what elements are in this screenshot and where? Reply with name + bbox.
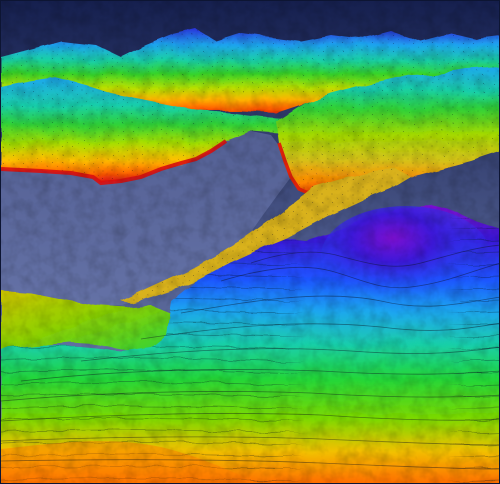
3d-viewport[interactable] xyxy=(0,0,500,484)
terrain-rendering[interactable] xyxy=(1,1,500,484)
terrain-shading xyxy=(1,1,499,483)
